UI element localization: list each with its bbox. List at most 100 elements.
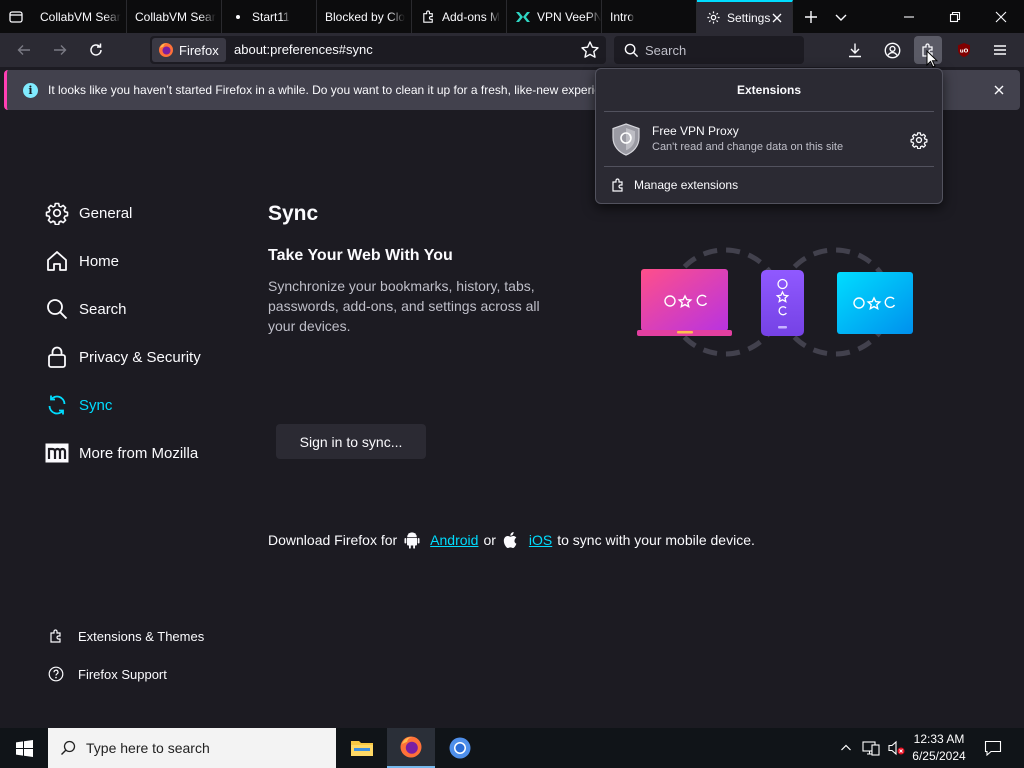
extension-item-free-vpn-proxy[interactable]: Free VPN Proxy Can't read and change dat… <box>604 119 934 163</box>
downloads-button[interactable] <box>841 36 869 64</box>
tab-addons[interactable]: Add-ons M <box>412 0 507 33</box>
sidebar-extensions-themes-link[interactable]: Extensions & Themes <box>46 625 204 647</box>
tab-intro[interactable]: Intro <box>602 0 697 33</box>
clock-date: 6/25/2024 <box>912 749 966 763</box>
app-menu-button[interactable] <box>986 36 1014 64</box>
start-button[interactable] <box>0 728 48 768</box>
sign-in-to-sync-button[interactable]: Sign in to sync... <box>276 424 426 459</box>
android-icon <box>403 531 421 549</box>
tab-veepn[interactable]: VPN VeePN <box>507 0 602 33</box>
chromium-icon <box>449 737 471 759</box>
tab-collabvm-1[interactable]: CollabVM Sear <box>32 0 127 33</box>
taskbar-file-explorer[interactable] <box>338 728 386 768</box>
sidebar-item-label: Home <box>79 252 120 270</box>
taskbar-clock[interactable]: 12:33 AM 6/25/2024 <box>904 731 974 765</box>
list-all-tabs-button[interactable] <box>826 0 856 33</box>
sidebar-item-general[interactable]: General <box>44 198 132 228</box>
mouse-cursor-icon <box>926 50 938 68</box>
gear-icon[interactable] <box>910 131 928 149</box>
tab-blocked[interactable]: Blocked by Clo <box>317 0 412 33</box>
sidebar-item-search[interactable]: Search <box>44 294 127 324</box>
sidebar-item-more-from-mozilla[interactable]: More from Mozilla <box>44 438 198 468</box>
url-bar[interactable]: Firefox about:preferences#sync <box>150 36 606 64</box>
sync-description: Synchronize your bookmarks, history, tab… <box>268 278 540 334</box>
window-close-button[interactable] <box>986 0 1016 33</box>
download-firefox-line: Download Firefox for Android or iOS to s… <box>268 529 755 551</box>
extension-permission: Can't read and change data on this site <box>652 141 844 153</box>
tray-network[interactable] <box>861 738 881 758</box>
gear-icon <box>44 200 70 226</box>
tray-volume[interactable] <box>886 738 906 758</box>
search-placeholder: Search <box>645 42 687 58</box>
shield-icon <box>612 123 640 156</box>
panel-title: Extensions <box>736 83 802 97</box>
show-hidden-icons-button[interactable] <box>836 738 856 758</box>
help-icon <box>46 664 66 684</box>
minimize-button[interactable] <box>894 0 924 33</box>
info-icon: i <box>23 83 38 98</box>
taskbar-chromium[interactable] <box>436 728 484 768</box>
tab-start11[interactable]: Start11 <box>222 0 317 33</box>
arrow-left-icon <box>17 45 30 55</box>
sidebar-item-home[interactable]: Home <box>44 246 119 276</box>
tab-title: Settings <box>727 10 771 25</box>
chevron-down-icon <box>835 14 847 21</box>
tab-settings[interactable]: Settings <box>697 0 793 33</box>
action-center-button[interactable] <box>978 728 1008 768</box>
sidebar-item-sync[interactable]: Sync <box>44 390 112 420</box>
chevron-up-icon <box>841 744 851 751</box>
apple-icon <box>502 531 520 549</box>
extensions-button[interactable] <box>914 36 942 68</box>
android-link[interactable]: Android <box>430 532 478 548</box>
identity-box[interactable]: Firefox <box>152 38 226 62</box>
notification-icon <box>984 740 1002 756</box>
new-tab-button[interactable] <box>796 0 826 33</box>
mozilla-icon <box>44 440 70 466</box>
tab-title: CollabVM Sear <box>135 9 216 24</box>
taskbar-firefox[interactable] <box>387 728 435 768</box>
account-button[interactable] <box>878 36 906 64</box>
volume-muted-icon <box>888 740 905 756</box>
file-explorer-icon <box>351 741 373 756</box>
sidebar-item-label: General <box>79 204 133 222</box>
gear-icon <box>705 10 721 26</box>
tab-collabvm-2[interactable]: CollabVM Sear <box>127 0 222 33</box>
sync-devices-illustration <box>637 247 913 357</box>
download-prefix: Download Firefox for <box>268 532 398 548</box>
sidebar-firefox-support-link[interactable]: Firefox Support <box>46 663 167 685</box>
ios-link[interactable]: iOS <box>529 532 552 548</box>
tab-title: Add-ons M <box>442 9 501 24</box>
close-icon[interactable] <box>992 83 1006 97</box>
sidebar-item-label: Search <box>79 300 127 318</box>
sidebar-footer-label: Firefox Support <box>78 666 167 682</box>
dot-icon <box>230 9 246 25</box>
sidebar-item-privacy[interactable]: Privacy & Security <box>44 342 201 372</box>
tab-list-button[interactable] <box>0 0 32 33</box>
extension-name: Free VPN Proxy <box>652 124 739 138</box>
network-icon <box>862 741 880 756</box>
ublock-button[interactable]: uO <box>950 36 978 64</box>
page-title: Sync <box>268 202 319 225</box>
lock-icon <box>44 344 70 370</box>
back-button[interactable] <box>10 36 38 64</box>
forward-button[interactable] <box>46 36 74 64</box>
reload-icon <box>90 43 102 56</box>
firefox-icon <box>400 736 422 758</box>
firefox-icon <box>159 43 173 57</box>
ublock-origin-icon: uO <box>958 43 970 57</box>
plus-icon <box>805 10 817 23</box>
tab-title: CollabVM Sear <box>40 9 121 24</box>
veepn-icon <box>515 9 531 25</box>
minimize-icon <box>904 15 914 18</box>
tab-title: VPN VeePN <box>537 9 601 24</box>
url-text[interactable]: about:preferences#sync <box>234 36 373 64</box>
home-icon <box>44 248 70 274</box>
close-icon <box>995 11 1007 22</box>
close-icon[interactable] <box>770 11 784 25</box>
star-icon[interactable] <box>580 40 600 60</box>
reload-button[interactable] <box>82 36 110 64</box>
manage-extensions-button[interactable]: Manage extensions <box>604 173 934 197</box>
search-bar[interactable]: Search <box>614 36 804 64</box>
restore-button[interactable] <box>940 0 970 33</box>
taskbar-search-box[interactable]: Type here to search <box>48 728 336 768</box>
